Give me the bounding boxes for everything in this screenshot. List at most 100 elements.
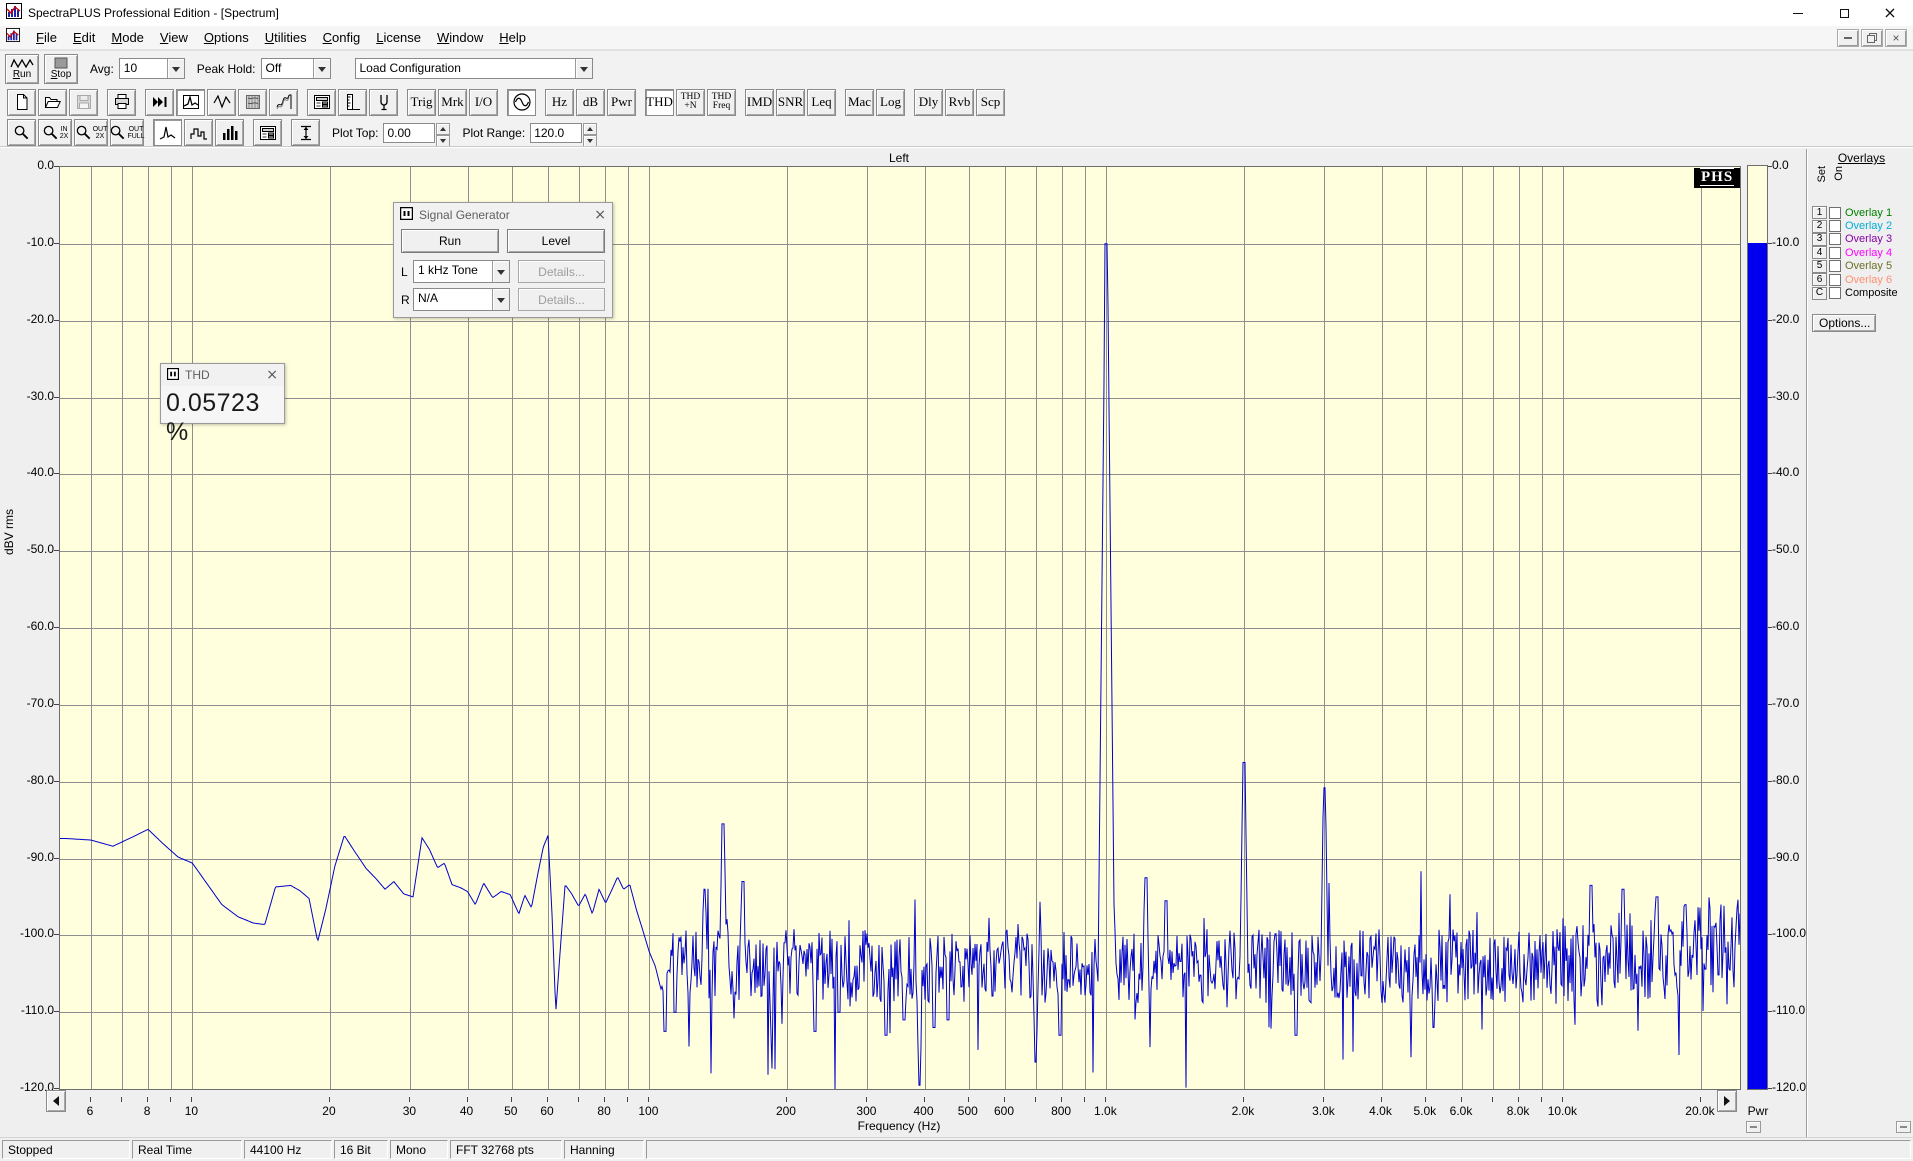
close-icon[interactable]: ×: [594, 207, 606, 223]
load-configuration-select[interactable]: Load Configuration: [354, 58, 593, 79]
avg-select[interactable]: 10: [118, 58, 185, 79]
overlay-on-checkbox[interactable]: [1829, 246, 1841, 259]
toolbar-button-reverb[interactable]: Rvb: [945, 88, 974, 116]
toolbar-button-frequency-units[interactable]: Hz: [545, 88, 574, 116]
mdi-restore-button[interactable]: [1861, 29, 1883, 47]
toolbar-button-zoom[interactable]: [7, 119, 36, 146]
menu-window[interactable]: Window: [429, 27, 491, 48]
overlay-on-checkbox[interactable]: [1829, 206, 1841, 219]
toolbar-button-thd[interactable]: THD: [645, 88, 674, 116]
close-icon[interactable]: ×: [266, 367, 278, 383]
scroll-left-button[interactable]: [46, 1090, 66, 1112]
menu-options[interactable]: Options: [196, 27, 257, 48]
toolbar-button-signal-generator[interactable]: [507, 88, 536, 116]
toolbar-button-bar-plot[interactable]: [215, 119, 244, 146]
toolbar-button-zoom-out-full[interactable]: OUT FULL: [110, 119, 145, 146]
toolbar-button-restart-averaging[interactable]: [145, 88, 174, 116]
menu-utilities[interactable]: Utilities: [257, 27, 315, 48]
toolbar-button-markers[interactable]: Mrk: [438, 88, 467, 116]
chevron-down-icon[interactable]: [166, 59, 184, 78]
menu-help[interactable]: Help: [491, 27, 534, 48]
mdi-minimize-button[interactable]: [1837, 29, 1859, 47]
toolbar-button-logging[interactable]: Log: [876, 88, 905, 116]
overlay-on-checkbox[interactable]: [1829, 220, 1841, 233]
overlay-on-checkbox[interactable]: [1829, 273, 1841, 286]
toolbar-button-macros[interactable]: Mac: [845, 88, 874, 116]
toolbar-button-leq[interactable]: Leq: [807, 88, 836, 116]
chevron-down-icon[interactable]: [492, 261, 509, 282]
toolbar-button-triggering[interactable]: Trig: [407, 88, 436, 116]
overlay-on-checkbox[interactable]: [1829, 260, 1841, 273]
toolbar-button-open-file[interactable]: [38, 88, 67, 116]
toolbar-button-thd-plus-n[interactable]: THD +N: [676, 88, 705, 116]
toolbar-button-display-settings[interactable]: [307, 88, 336, 116]
menu-mode[interactable]: Mode: [103, 27, 152, 48]
overlay-on-checkbox[interactable]: [1829, 287, 1841, 300]
signal-generator-titlebar[interactable]: Signal Generator ×: [394, 203, 612, 226]
resize-grip[interactable]: [1746, 1121, 1761, 1133]
spectrum-plot[interactable]: [59, 166, 1741, 1090]
resize-grip[interactable]: [1896, 1121, 1911, 1133]
close-button[interactable]: ×: [1867, 0, 1913, 26]
toolbar-button-time-series-view[interactable]: [207, 88, 236, 116]
maximize-button[interactable]: [1821, 0, 1867, 26]
toolbar-button-spectrogram-view[interactable]: [238, 88, 267, 116]
toolbar-button-imd[interactable]: IMD: [745, 88, 774, 116]
toolbar-button-delay-finder[interactable]: Dly: [914, 88, 943, 116]
right-details-button[interactable]: Details...: [518, 288, 605, 311]
thd-window[interactable]: THD × 0.05723 %: [160, 363, 285, 446]
right-signal-select[interactable]: N/A: [413, 288, 510, 311]
mdi-close-button[interactable]: ×: [1885, 29, 1907, 47]
thd-titlebar[interactable]: THD ×: [161, 364, 284, 386]
toolbar-button-scope[interactable]: Scp: [976, 88, 1005, 116]
run-button[interactable]: Run: [5, 53, 39, 84]
overlay-set-button-5[interactable]: 5: [1812, 259, 1827, 273]
overlay-set-button-4[interactable]: 4: [1812, 246, 1827, 260]
toolbar-button-spectrum-view[interactable]: [176, 88, 205, 116]
toolbar-button-scaling[interactable]: [338, 88, 367, 116]
overlay-set-button-3[interactable]: 3: [1812, 232, 1827, 246]
toolbar-button-display-options[interactable]: [253, 119, 282, 146]
menu-config[interactable]: Config: [315, 27, 369, 48]
overlay-on-checkbox[interactable]: [1829, 233, 1841, 246]
toolbar-button-zoom-in-2x[interactable]: IN 2X: [38, 119, 72, 146]
chevron-down-icon[interactable]: [492, 289, 509, 310]
toolbar-button-io-device[interactable]: I/O: [469, 88, 498, 116]
toolbar-button-thd-freq[interactable]: THD Freq: [707, 88, 736, 116]
menu-view[interactable]: View: [152, 27, 196, 48]
plot-top-spinner[interactable]: [436, 122, 451, 147]
plot-range-spinner[interactable]: [583, 122, 598, 147]
overlay-set-button-2[interactable]: 2: [1812, 219, 1827, 233]
peak-hold-select[interactable]: Off: [260, 58, 331, 79]
toolbar-button-power-units[interactable]: Pwr: [607, 88, 636, 116]
toolbar-button-print[interactable]: [107, 88, 136, 116]
generator-run-button[interactable]: Run: [401, 229, 499, 253]
toolbar-button-zoom-out-2x[interactable]: OUT 2X: [74, 119, 108, 146]
chevron-down-icon[interactable]: [574, 59, 592, 78]
scroll-right-button[interactable]: [1717, 1090, 1737, 1112]
menu-file[interactable]: File: [28, 27, 65, 48]
toolbar-button-step-plot[interactable]: [184, 119, 213, 146]
generator-level-button[interactable]: Level: [507, 229, 605, 253]
overlay-set-button-1[interactable]: 1: [1812, 206, 1827, 220]
minimize-button[interactable]: [1775, 0, 1821, 26]
overlay-set-button-c[interactable]: C: [1812, 286, 1827, 300]
overlay-set-button-6[interactable]: 6: [1812, 273, 1827, 287]
toolbar-button-save-file[interactable]: [69, 88, 98, 116]
plot-top-input[interactable]: [383, 122, 436, 143]
toolbar-button-snr[interactable]: SNR: [776, 88, 805, 116]
chevron-down-icon[interactable]: [312, 59, 330, 78]
toolbar-button-line-plot[interactable]: [153, 119, 182, 146]
stop-button[interactable]: Stop: [44, 53, 78, 84]
left-signal-select[interactable]: 1 kHz Tone: [413, 260, 510, 283]
toolbar-button-amplitude-units[interactable]: dB: [576, 88, 605, 116]
toolbar-button-amplitude-scale[interactable]: [291, 119, 320, 146]
signal-generator-window[interactable]: Signal Generator × Run Level L 1 kHz Ton…: [393, 202, 613, 318]
toolbar-button-new-file[interactable]: [7, 88, 36, 116]
toolbar-button-surface-view[interactable]: [269, 88, 298, 116]
left-details-button[interactable]: Details...: [518, 260, 605, 283]
overlays-options-button[interactable]: Options...: [1812, 313, 1876, 332]
plot-range-input[interactable]: [530, 122, 583, 143]
menu-license[interactable]: License: [368, 27, 429, 48]
toolbar-button-calibration[interactable]: [369, 88, 398, 116]
